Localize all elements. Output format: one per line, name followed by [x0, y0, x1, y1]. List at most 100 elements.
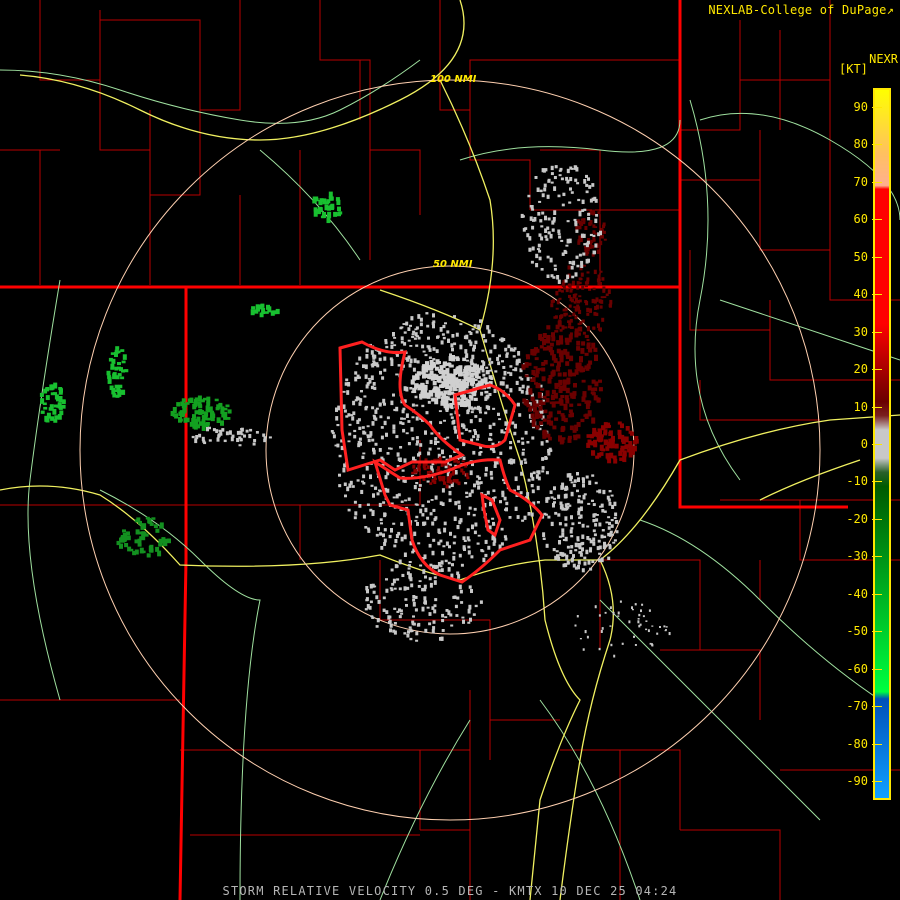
echo-pixel — [464, 428, 468, 431]
echo-pixel — [572, 312, 576, 317]
echo-pixel — [444, 616, 448, 619]
radar-map[interactable] — [0, 0, 900, 900]
echo-pixel — [540, 388, 545, 391]
echo-pixel — [599, 230, 602, 236]
echo-pixel — [599, 452, 604, 456]
echo-pixel — [531, 436, 535, 440]
echo-pixel — [577, 403, 582, 407]
echo-pixel — [461, 403, 466, 407]
echo-pixel — [625, 444, 630, 448]
echo-pixel — [586, 536, 590, 540]
colorbar-tick: -40 — [834, 588, 882, 600]
echo-pixel — [585, 174, 588, 178]
echo-pixel — [342, 390, 346, 393]
echo-pixel — [582, 392, 587, 397]
echo-pixel — [569, 318, 573, 323]
echo-pixel — [458, 553, 462, 558]
echo-pixel — [551, 401, 556, 408]
colorbar-tick: 50 — [834, 251, 882, 263]
echo-pixel — [415, 639, 419, 642]
echo-pixel — [462, 456, 466, 461]
echo-pixel — [546, 274, 550, 279]
echo-pixel — [390, 400, 394, 406]
echo-pixel — [231, 434, 235, 438]
echo-pixel — [567, 437, 572, 443]
echo-pixel — [578, 277, 582, 281]
echo-pixel — [551, 228, 555, 232]
echo-pixel — [543, 512, 547, 516]
echo-pixel — [513, 431, 517, 436]
echo-pixel — [554, 417, 559, 421]
echo-pixel — [410, 427, 414, 432]
echo-pixel — [382, 501, 386, 504]
echo-pixel — [565, 288, 569, 293]
echo-pixel — [586, 307, 590, 313]
echo-pixel — [427, 451, 431, 456]
echo-pixel — [432, 389, 437, 393]
echo-pixel — [412, 599, 416, 602]
echo-pixel — [361, 455, 365, 460]
echo-pixel — [573, 301, 577, 304]
echo-pixel — [415, 443, 419, 446]
echo-pixel — [489, 433, 493, 437]
echo-pixel — [266, 304, 270, 310]
echo-pixel — [546, 194, 550, 199]
echo-pixel — [466, 528, 470, 532]
echo-pixel — [668, 632, 671, 636]
echo-pixel — [400, 612, 404, 615]
echo-pixel — [558, 387, 563, 394]
echo-pixel — [553, 486, 556, 491]
echo-pixel — [577, 241, 581, 245]
echo-pixel — [602, 489, 606, 495]
echo-pixel — [608, 490, 612, 493]
nexlab-credit[interactable]: NEXLAB-College of DuPage↗ — [708, 3, 894, 17]
echo-pixel — [498, 354, 501, 358]
echo-pixel — [485, 370, 490, 375]
echo-pixel — [638, 613, 641, 617]
colorbar-tick: -30 — [834, 550, 882, 562]
echo-pixel — [366, 434, 370, 437]
echo-pixel — [579, 638, 582, 640]
echo-pixel — [519, 491, 523, 495]
echo-pixel — [651, 643, 653, 646]
echo-pixel — [201, 414, 206, 418]
echo-pixel — [362, 364, 365, 369]
echo-pixel — [557, 556, 561, 561]
echo-pixel — [607, 532, 611, 537]
echo-pixel — [566, 274, 570, 280]
echo-pixel — [414, 468, 418, 474]
echo-pixel — [530, 413, 535, 419]
echo-pixel — [464, 482, 468, 485]
echo-pixel — [407, 497, 411, 501]
echo-pixel — [454, 604, 458, 609]
echo-pixel — [599, 240, 603, 246]
echo-pixel — [118, 390, 123, 395]
echo-pixel — [398, 587, 402, 591]
echo-pixel — [127, 546, 132, 552]
echo-pixel — [595, 518, 599, 522]
echo-pixel — [493, 388, 497, 393]
echo-pixel — [400, 500, 404, 503]
echo-pixel — [610, 524, 614, 528]
echo-pixel — [436, 440, 440, 444]
echo-pixel — [492, 450, 496, 454]
echo-pixel — [439, 327, 443, 332]
echo-pixel — [428, 356, 432, 359]
echo-pixel — [365, 348, 369, 353]
echo-pixel — [393, 337, 397, 339]
echo-pixel — [576, 434, 581, 439]
echo-pixel — [379, 415, 383, 419]
echo-pixel — [586, 338, 590, 342]
echo-pixel — [408, 561, 412, 564]
echo-pixel — [414, 519, 418, 522]
echo-pixel — [571, 522, 575, 526]
echo-pixel — [534, 413, 539, 420]
echo-pixel — [573, 383, 577, 388]
echo-pixel — [580, 260, 584, 265]
echo-pixel — [581, 477, 585, 481]
echo-pixel — [577, 521, 581, 525]
echo-pixel — [455, 614, 459, 617]
echo-pixel — [583, 179, 587, 184]
echo-pixel — [589, 547, 593, 550]
echo-pixel — [479, 319, 482, 323]
